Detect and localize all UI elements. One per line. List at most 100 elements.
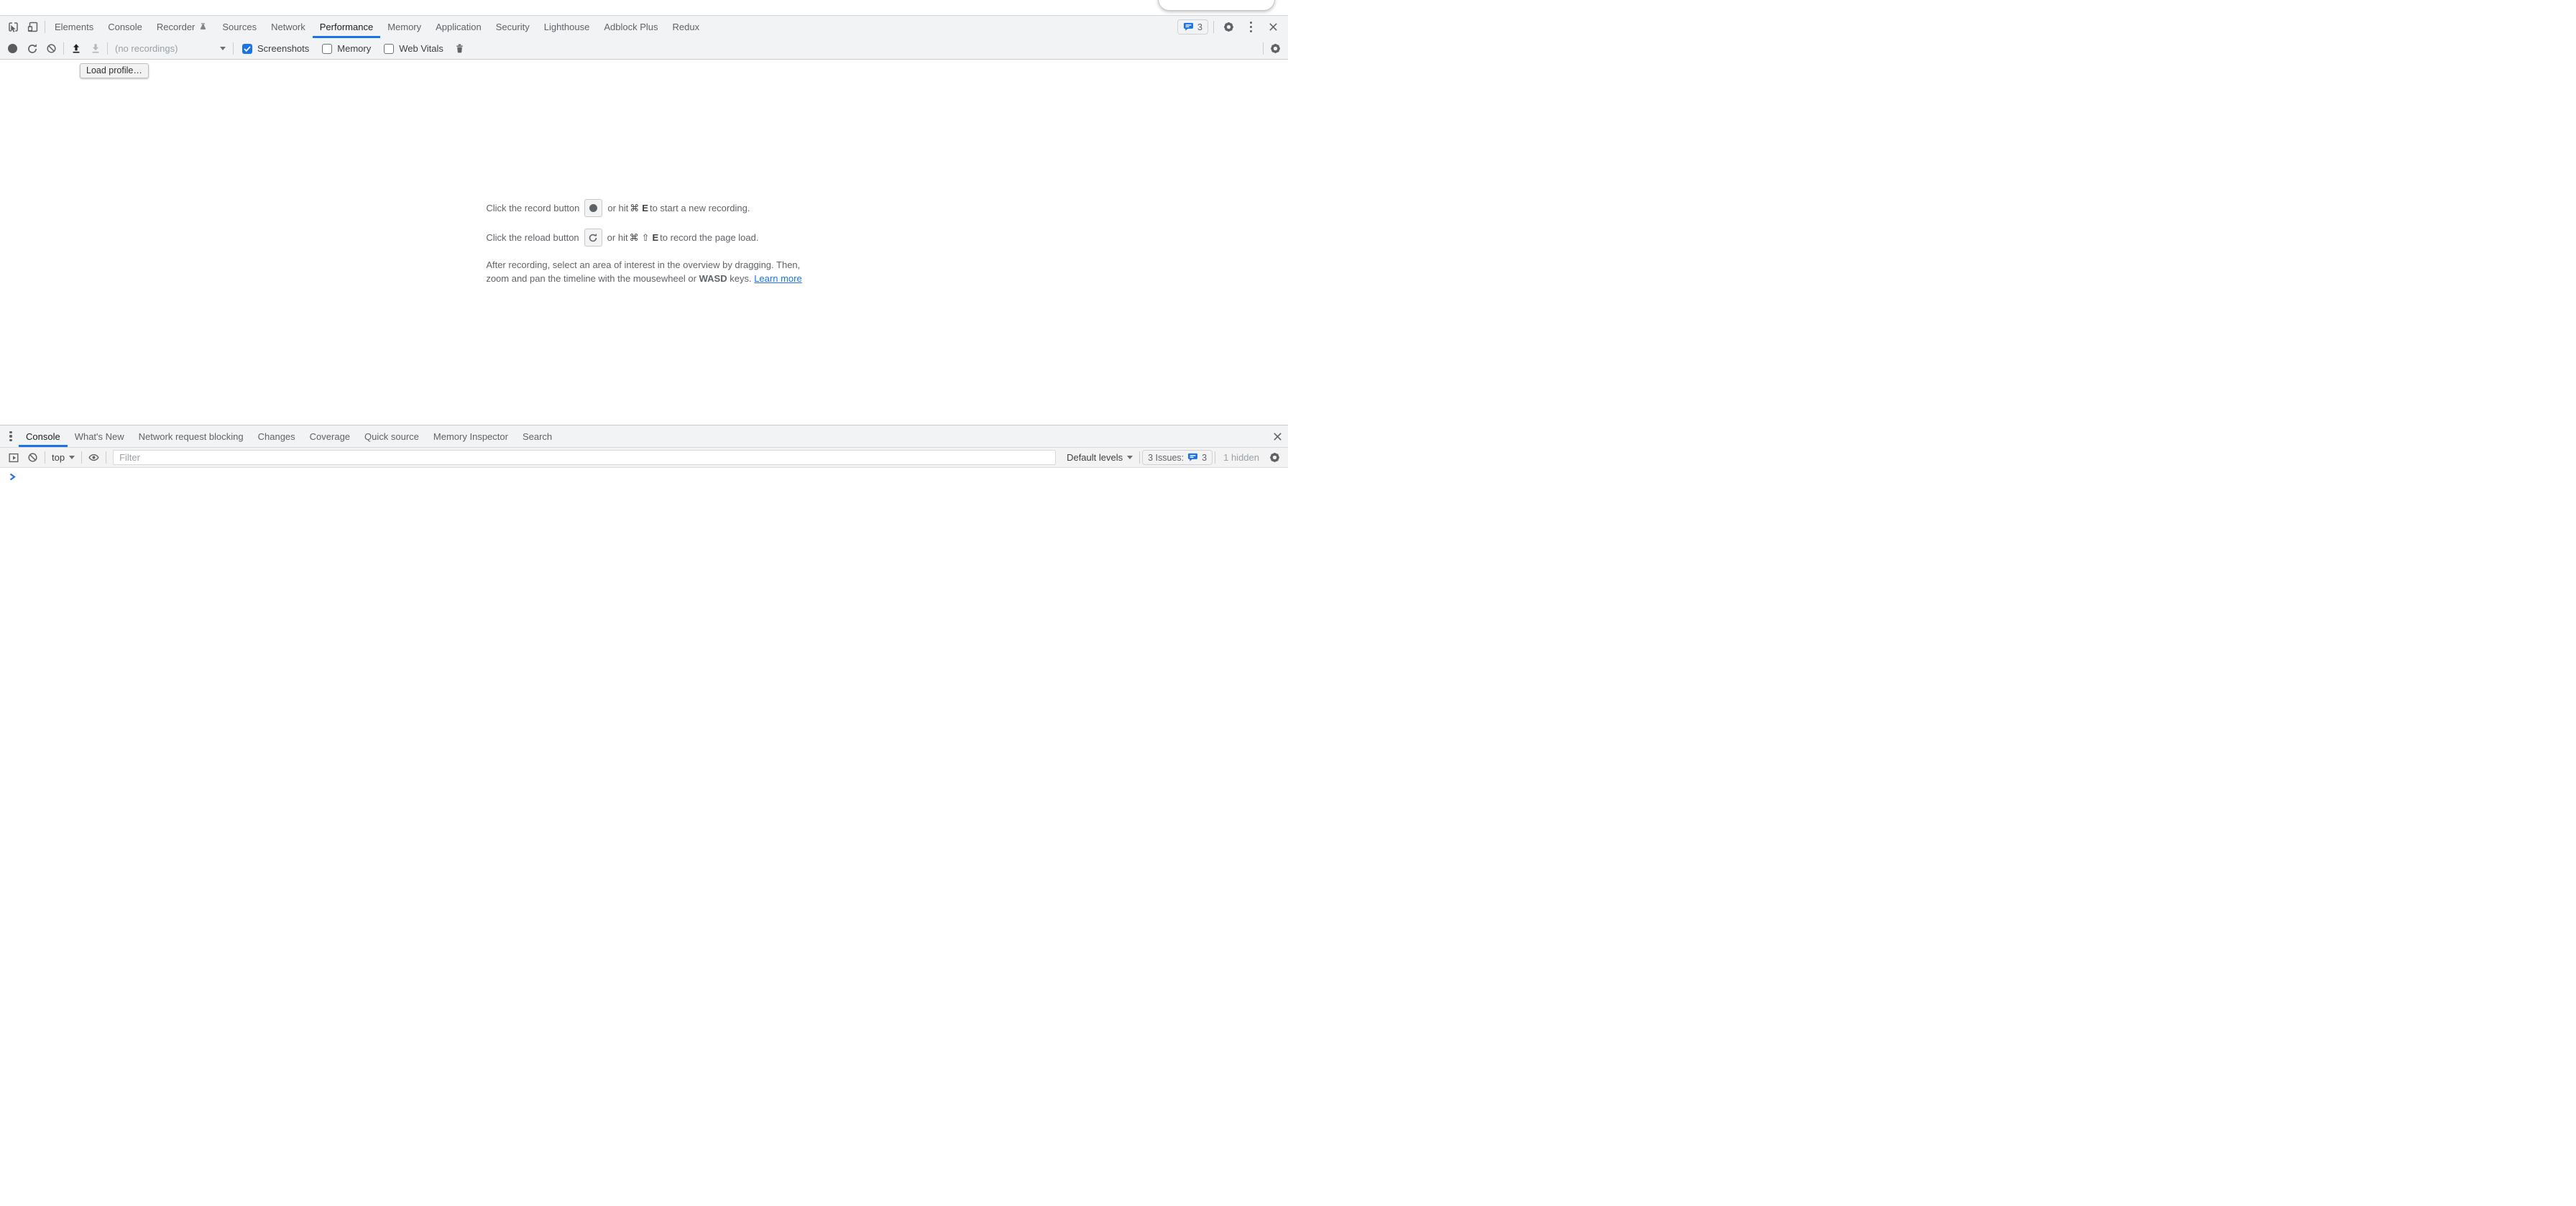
context-selector[interactable]: top	[47, 452, 79, 463]
drawer-tab-whats-new[interactable]: What's New	[68, 425, 132, 447]
separator	[1263, 42, 1264, 55]
close-icon	[1269, 22, 1278, 32]
more-options-button[interactable]	[1241, 22, 1261, 32]
performance-panel: Click the record button or hit ⌘ E to st…	[0, 60, 1288, 425]
tab-console[interactable]: Console	[101, 16, 150, 38]
issues-bubble-icon	[1183, 22, 1194, 32]
device-toolbar-icon	[27, 21, 39, 33]
eye-icon	[88, 452, 100, 463]
settings-button[interactable]	[1219, 21, 1238, 33]
tab-recorder[interactable]: Recorder	[150, 16, 215, 38]
save-profile-button[interactable]	[86, 43, 105, 55]
screenshots-checkbox-label: Screenshots	[257, 43, 309, 54]
console-settings-button[interactable]	[1265, 451, 1284, 464]
recordings-select[interactable]: (no recordings)	[110, 38, 231, 59]
issues-count: 3	[1202, 453, 1207, 463]
issues-count: 3	[1197, 22, 1202, 32]
issues-label: 3 Issues:	[1148, 453, 1184, 463]
issues-counter-button[interactable]: 3	[1177, 19, 1208, 34]
gear-icon	[1223, 21, 1235, 33]
collect-garbage-button[interactable]	[450, 43, 469, 55]
drawer-tab-memory-inspector[interactable]: Memory Inspector	[426, 425, 515, 447]
overflow-menu-icon	[1250, 22, 1252, 32]
console-sidebar-icon	[8, 452, 19, 464]
close-drawer-button[interactable]	[1266, 425, 1288, 447]
separator	[63, 42, 64, 55]
dropdown-caret-icon	[1127, 456, 1133, 459]
gear-icon	[1269, 451, 1281, 464]
shift-key-glyph: ⇧	[642, 232, 650, 244]
close-icon	[1273, 432, 1282, 441]
recordings-select-value: (no recordings)	[115, 43, 178, 54]
create-live-expression-button[interactable]	[84, 452, 104, 463]
devtools-tabbar: Elements Console Recorder Sources Networ…	[0, 15, 1288, 38]
drawer-tab-changes[interactable]: Changes	[251, 425, 303, 447]
tab-security[interactable]: Security	[489, 16, 537, 38]
record-instruction-row: Click the record button or hit ⌘ E to st…	[486, 199, 801, 217]
landing-instructions: Click the record button or hit ⌘ E to st…	[486, 199, 801, 285]
web-vitals-checkbox[interactable]: Web Vitals	[384, 43, 443, 54]
reload-icon	[588, 233, 598, 243]
drawer-menu-button[interactable]	[3, 425, 19, 447]
tab-application[interactable]: Application	[428, 16, 489, 38]
export-profile-icon	[90, 43, 101, 55]
screenshots-checkbox[interactable]: Screenshots	[242, 43, 309, 54]
issues-bubble-icon	[1187, 453, 1198, 462]
tab-sources[interactable]: Sources	[215, 16, 264, 38]
close-devtools-button[interactable]	[1264, 22, 1283, 32]
record-icon	[8, 44, 17, 53]
drawer-tab-console[interactable]: Console	[19, 425, 68, 447]
drawer-tabbar: Console What's New Network request block…	[0, 425, 1288, 448]
tab-elements[interactable]: Elements	[47, 16, 101, 38]
drawer-tab-quick-source[interactable]: Quick source	[357, 425, 426, 447]
record-button-illustration	[584, 199, 602, 217]
tab-redux[interactable]: Redux	[666, 16, 707, 38]
tab-adblock-plus[interactable]: Adblock Plus	[597, 16, 665, 38]
learn-more-link[interactable]: Learn more	[754, 273, 801, 284]
performance-toolbar: (no recordings) Screenshots Memory Web V…	[0, 38, 1288, 60]
block-icon	[27, 452, 38, 463]
inspect-button[interactable]	[4, 16, 23, 38]
flask-icon	[198, 22, 208, 32]
e-key-glyph: E	[642, 203, 648, 213]
browser-page-strip	[0, 0, 1288, 15]
memory-checkbox-label: Memory	[337, 43, 371, 54]
tab-memory[interactable]: Memory	[380, 16, 428, 38]
drawer-tab-network-request-blocking[interactable]: Network request blocking	[132, 425, 251, 447]
reload-and-record-button[interactable]	[22, 43, 42, 55]
separator	[107, 42, 108, 55]
clear-console-button[interactable]	[23, 452, 42, 463]
device-toolbar-button[interactable]	[23, 16, 42, 38]
cmd-key-glyph: ⌘	[630, 232, 639, 244]
e-key-glyph: E	[652, 232, 658, 243]
console-toolbar: top Default levels 3 Issues: 3	[0, 448, 1288, 468]
cmd-key-glyph: ⌘	[630, 203, 639, 214]
console-sidebar-button[interactable]	[4, 452, 23, 464]
drawer-tab-search[interactable]: Search	[515, 425, 559, 447]
memory-checkbox[interactable]: Memory	[322, 43, 371, 54]
browser-popup-partial	[1158, 0, 1275, 11]
tab-lighthouse[interactable]: Lighthouse	[537, 16, 597, 38]
trash-icon	[454, 43, 465, 55]
gear-icon	[1269, 42, 1282, 55]
tab-network[interactable]: Network	[264, 16, 313, 38]
clear-button[interactable]	[42, 43, 61, 54]
console-issues-button[interactable]: 3 Issues: 3	[1142, 450, 1213, 465]
load-profile-button[interactable]	[66, 43, 86, 55]
hidden-messages-label: 1 hidden	[1218, 452, 1265, 463]
import-profile-icon	[70, 43, 82, 55]
capture-settings-button[interactable]	[1266, 42, 1285, 55]
checkbox-unchecked-icon	[322, 44, 332, 54]
load-profile-tooltip: Load profile…	[80, 63, 149, 78]
console-messages-area	[0, 468, 1288, 603]
prompt-icon	[9, 473, 16, 481]
console-prompt[interactable]	[0, 468, 1288, 485]
console-filter-input[interactable]	[113, 450, 1056, 465]
record-icon	[589, 204, 597, 212]
record-button[interactable]	[3, 44, 22, 53]
dropdown-caret-icon	[220, 47, 226, 50]
tab-performance[interactable]: Performance	[313, 16, 380, 38]
log-levels-selector[interactable]: Default levels	[1062, 452, 1137, 463]
tabbar-right-controls: 3	[1177, 16, 1288, 38]
drawer-tab-coverage[interactable]: Coverage	[303, 425, 357, 447]
